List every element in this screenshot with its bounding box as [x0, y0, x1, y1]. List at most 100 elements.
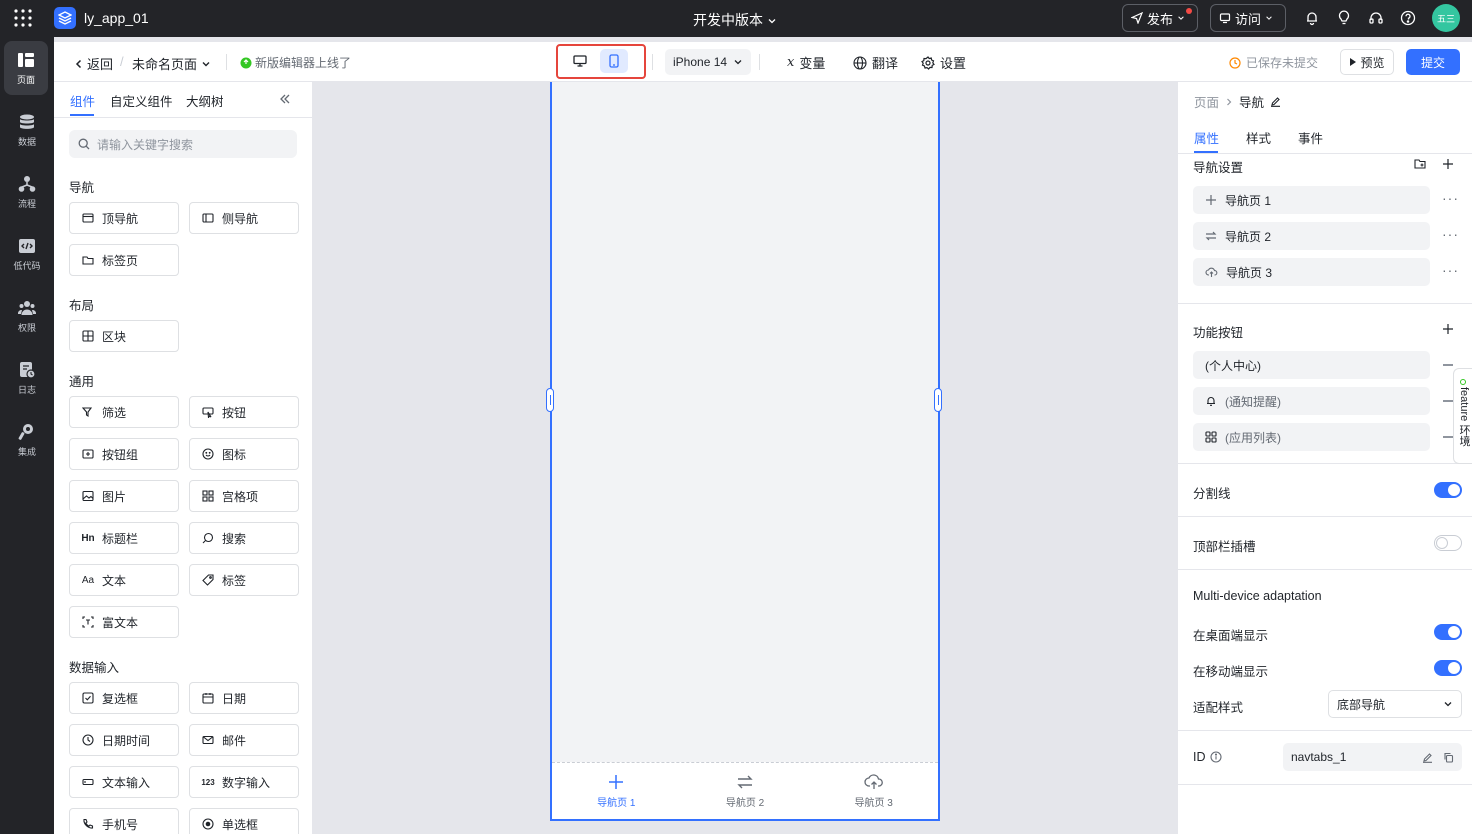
chevron-down-icon: [201, 59, 211, 69]
settings-button[interactable]: 设置: [921, 53, 966, 72]
breadcrumb-item[interactable]: 页面: [1194, 92, 1219, 111]
component-side-nav[interactable]: 侧导航: [189, 202, 299, 234]
bell-icon[interactable]: [1304, 10, 1320, 26]
component-text[interactable]: Aa 文本: [69, 564, 179, 596]
remove-icon[interactable]: [1443, 364, 1453, 366]
divider-toggle[interactable]: [1434, 482, 1462, 498]
component-icon[interactable]: 图标: [189, 438, 299, 470]
tab-events[interactable]: 事件: [1298, 128, 1323, 147]
component-date[interactable]: 日期: [189, 682, 299, 714]
more-icon[interactable]: ···: [1442, 190, 1459, 206]
nav-item-permissions[interactable]: 权限: [0, 289, 54, 343]
variables-button[interactable]: 𝑥 变量: [787, 53, 825, 72]
component-image[interactable]: 图片: [69, 480, 179, 512]
component-search[interactable]: 搜索: [189, 522, 299, 554]
breadcrumb-current: 导航: [1239, 96, 1265, 110]
nav-item-lowcode[interactable]: 低代码: [0, 227, 54, 281]
info-icon[interactable]: [1209, 751, 1222, 763]
nav-item-flow[interactable]: 流程: [0, 165, 54, 219]
collapse-panel-icon[interactable]: [278, 92, 292, 106]
help-icon[interactable]: [1400, 10, 1416, 26]
component-phone[interactable]: 手机号: [69, 808, 179, 834]
mobile-view-button[interactable]: [600, 49, 628, 73]
component-button[interactable]: 按钮: [189, 396, 299, 428]
tab-outline-tree[interactable]: 大纲树: [186, 91, 224, 110]
component-email[interactable]: 邮件: [189, 724, 299, 756]
component-number-input[interactable]: 123 数字输入: [189, 766, 299, 798]
func-button-row[interactable]: (个人中心): [1193, 351, 1430, 379]
show-mobile-toggle[interactable]: [1434, 660, 1462, 676]
adapt-style-select[interactable]: 底部导航: [1328, 690, 1462, 718]
nav-item-integration[interactable]: 集成: [0, 413, 54, 467]
top-slot-toggle[interactable]: [1434, 535, 1462, 551]
user-avatar[interactable]: 五三: [1432, 4, 1460, 32]
more-icon[interactable]: ···: [1442, 262, 1459, 278]
bottom-nav-item-1[interactable]: 导航页 1: [552, 763, 681, 819]
id-input[interactable]: navtabs_1: [1283, 743, 1462, 771]
component-rich-text[interactable]: 富文本: [69, 606, 179, 638]
tab-components[interactable]: 组件: [70, 91, 95, 110]
component-tag[interactable]: 标签: [189, 564, 299, 596]
page-selector[interactable]: 未命名页面: [132, 54, 211, 73]
tab-custom-components[interactable]: 自定义组件: [110, 91, 173, 110]
component-search-input[interactable]: 请输入关键字搜索: [69, 130, 297, 158]
component-top-nav[interactable]: 顶导航: [69, 202, 179, 234]
nav-item-data[interactable]: 数据: [0, 103, 54, 157]
component-checkbox[interactable]: 复选框: [69, 682, 179, 714]
new-editor-notice[interactable]: 新版编辑器上线了: [240, 54, 351, 71]
component-filter[interactable]: 筛选: [69, 396, 179, 428]
component-datetime[interactable]: 日期时间: [69, 724, 179, 756]
nav-item-row[interactable]: 导航页 1: [1193, 186, 1430, 214]
component-block[interactable]: 区块: [69, 320, 179, 352]
visit-button[interactable]: 访问: [1210, 4, 1286, 32]
edit-icon[interactable]: [1270, 96, 1281, 107]
tab-properties[interactable]: 属性: [1194, 128, 1219, 147]
device-select[interactable]: iPhone 14: [665, 49, 751, 75]
nav-item-pages[interactable]: 页面: [4, 41, 48, 95]
desktop-view-button[interactable]: [568, 50, 592, 72]
mobile-frame[interactable]: 导航页 1 导航页 2 导航页 3: [550, 82, 940, 821]
chevron-left-icon: [74, 59, 84, 69]
bottom-navigation[interactable]: 导航页 1 导航页 2 导航页 3: [552, 762, 938, 819]
nav-label: 流程: [17, 198, 36, 209]
back-button[interactable]: 返回: [74, 54, 113, 73]
component-text-input[interactable]: 文本输入: [69, 766, 179, 798]
component-radio[interactable]: 单选框: [189, 808, 299, 834]
preview-label: 预览: [1360, 55, 1385, 70]
headset-icon[interactable]: [1368, 10, 1384, 26]
tab-styles[interactable]: 样式: [1246, 128, 1271, 147]
nav-item-row[interactable]: 导航页 3: [1193, 258, 1430, 286]
func-button-row[interactable]: (应用列表): [1193, 423, 1430, 451]
design-canvas[interactable]: 导航页 1 导航页 2 导航页 3: [313, 82, 1177, 834]
add-folder-icon[interactable]: [1414, 158, 1426, 170]
resize-handle-left[interactable]: [546, 388, 554, 412]
bottom-nav-item-3[interactable]: 导航页 3: [809, 763, 938, 819]
remove-icon[interactable]: [1443, 400, 1453, 402]
more-icon[interactable]: ···: [1442, 226, 1459, 242]
bottom-nav-item-2[interactable]: 导航页 2: [681, 763, 810, 819]
resize-handle-right[interactable]: [934, 388, 942, 412]
section-title-navigation: 导航: [69, 181, 95, 195]
component-label: 宫格项: [222, 489, 259, 504]
show-desktop-toggle[interactable]: [1434, 624, 1462, 640]
copy-icon[interactable]: [1443, 752, 1454, 763]
translate-button[interactable]: 翻译: [853, 53, 898, 72]
nav-item-logs[interactable]: 日志: [0, 351, 54, 405]
lightbulb-icon[interactable]: [1336, 10, 1352, 26]
publish-button[interactable]: 发布: [1122, 4, 1198, 32]
component-grid-item[interactable]: 宫格项: [189, 480, 299, 512]
add-icon[interactable]: [1442, 158, 1454, 170]
func-button-row[interactable]: (通知提醒): [1193, 387, 1430, 415]
component-tabs[interactable]: 标签页: [69, 244, 179, 276]
component-button-group[interactable]: 按钮组: [69, 438, 179, 470]
add-icon[interactable]: [1442, 323, 1454, 335]
remove-icon[interactable]: [1443, 436, 1453, 438]
component-title-bar[interactable]: Hn 标题栏: [69, 522, 179, 554]
version-selector[interactable]: 开发中版本: [660, 10, 810, 30]
nav-item-row[interactable]: 导航页 2: [1193, 222, 1430, 250]
submit-button[interactable]: 提交: [1406, 49, 1460, 75]
app-grid-icon[interactable]: [14, 9, 32, 27]
edit-icon[interactable]: [1422, 752, 1433, 763]
preview-button[interactable]: 预览: [1340, 49, 1394, 75]
feature-environment-tab[interactable]: feature 环境: [1453, 368, 1472, 464]
